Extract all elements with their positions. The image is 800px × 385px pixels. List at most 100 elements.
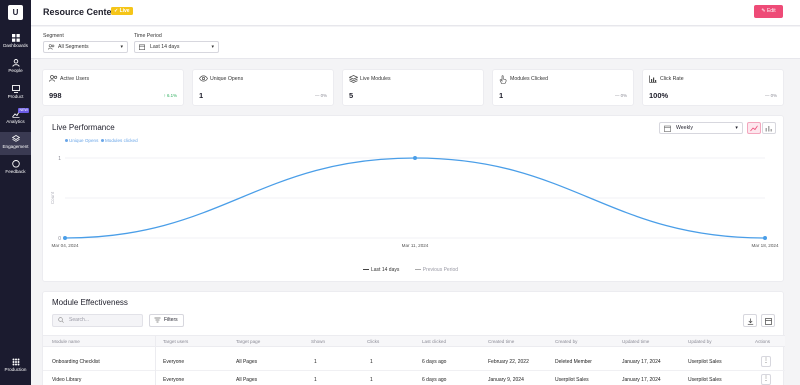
row-actions-button[interactable]: ⋮ <box>761 374 771 385</box>
people-icon <box>11 59 20 67</box>
metric-card-click-rate: Click Rate 100% — 0% <box>642 69 784 106</box>
performance-chart: 0 1 Count Mar 04, 2024 Mar 11, 2024 Mar 18, 2… <box>50 156 779 248</box>
legend-dot <box>65 139 68 143</box>
column-header[interactable]: Clicks <box>367 339 379 344</box>
target-page: All Pages <box>236 377 258 383</box>
sidebar-item-label: People <box>8 68 23 73</box>
column-header[interactable]: Updated time <box>622 339 649 344</box>
updated-time: January 17, 2024 <box>622 377 661 383</box>
search-placeholder: Search... <box>69 317 90 323</box>
filters-button[interactable]: Filters <box>149 314 184 327</box>
product-icon <box>11 85 20 93</box>
legend-previous-wrap: Previous Period <box>414 267 459 273</box>
download-icon <box>747 318 753 325</box>
calendar-icon <box>664 125 671 132</box>
bar-chart-icon <box>649 75 657 83</box>
x-tick-label: Mar 11, 2024 <box>402 243 429 248</box>
updated-by: Userpilot Sales <box>688 377 722 383</box>
column-divider <box>155 335 156 385</box>
hand-icon <box>499 75 507 84</box>
last-clicked: 6 days ago <box>422 377 447 383</box>
period-value: Last 14 days <box>150 44 180 50</box>
download-button[interactable] <box>743 314 757 327</box>
data-point <box>413 156 417 160</box>
metric-value: 5 <box>349 91 354 100</box>
legend-solid-line <box>363 268 369 271</box>
live-performance-panel: Live Performance Weekly ▾ Unique Opens M… <box>42 115 784 282</box>
target-page: All Pages <box>236 359 258 365</box>
metric-value: 998 <box>49 91 62 100</box>
segment-select[interactable]: All Segments ▾ <box>43 41 128 53</box>
clicks-count: 1 <box>370 359 373 365</box>
grid-icon <box>11 34 20 42</box>
users-icon <box>49 75 58 82</box>
sidebar-item-label: Analytics <box>6 119 25 124</box>
columns-button[interactable] <box>761 314 775 327</box>
y-axis-label: Count <box>50 191 55 204</box>
line-chart-icon <box>750 125 758 132</box>
sidebar-item-people[interactable]: People <box>0 56 31 79</box>
sidebar-item-production[interactable]: Production <box>0 355 31 378</box>
column-header[interactable]: Last clicked <box>422 339 446 344</box>
created-time: February 22, 2022 <box>488 359 529 365</box>
column-header[interactable]: Target page <box>236 339 260 344</box>
search-icon <box>58 317 64 323</box>
column-header: Actions <box>755 339 771 344</box>
column-header[interactable]: Updated by <box>688 339 712 344</box>
column-header[interactable]: Shown <box>311 339 325 344</box>
module-title: Module Effectiveness <box>52 298 128 307</box>
sidebar-item-engagement[interactable]: Engagement <box>0 132 31 155</box>
metric-card-unique-opens: Unique Opens 1 — 0% <box>192 69 334 106</box>
module-effectiveness-panel: Module Effectiveness Search... Filters M… <box>42 291 785 385</box>
sidebar-item-analytics[interactable]: Analytics NEW <box>0 107 31 130</box>
metric-label: Active Users <box>60 76 90 82</box>
sidebar-item-dashboards[interactable]: Dashboards <box>0 31 31 54</box>
updated-time: January 17, 2024 <box>622 359 661 365</box>
status-badge: ✓ Live <box>111 7 133 15</box>
line-chart-toggle[interactable] <box>747 122 761 134</box>
metric-card-active-users: Active Users 998 ↑ 6.1% <box>42 69 184 106</box>
updated-by: Userpilot Sales <box>688 359 722 365</box>
chat-icon <box>11 160 20 168</box>
page-title: Resource Center <box>43 7 116 17</box>
performance-title: Live Performance <box>52 123 115 132</box>
eye-icon <box>199 75 208 82</box>
module-name[interactable]: Onboarding Checklist <box>52 359 100 365</box>
created-by: Userpilot Sales <box>555 377 589 383</box>
layers-icon <box>11 135 20 142</box>
sidebar-item-label: Feedback <box>5 169 26 174</box>
app-logo[interactable]: U <box>8 5 23 20</box>
granularity-select[interactable]: Weekly ▾ <box>659 122 743 134</box>
sidebar-item-label: Engagement <box>2 144 29 149</box>
sidebar-item-label: Dashboards <box>3 43 28 48</box>
metric-card-live-modules: Live Modules 5 <box>342 69 484 106</box>
column-header[interactable]: Created time <box>488 339 514 344</box>
users-icon <box>48 44 55 50</box>
edit-button[interactable]: ✎ Edit <box>754 5 783 18</box>
sidebar-item-feedback[interactable]: Feedback <box>0 157 31 180</box>
metric-label: Live Modules <box>360 76 391 82</box>
search-input[interactable]: Search... <box>52 314 143 327</box>
y-tick-label: 1 <box>58 156 61 162</box>
page-header: Resource Center ✓ Live ✎ Edit <box>31 0 800 26</box>
column-header[interactable]: Created by <box>555 339 577 344</box>
module-name[interactable]: Video Library <box>52 377 81 383</box>
bar-chart-toggle[interactable] <box>762 122 776 134</box>
period-label: Time Period <box>134 33 162 39</box>
row-actions-button[interactable]: ⋮ <box>761 356 771 367</box>
column-header[interactable]: Module name <box>52 339 80 344</box>
period-select[interactable]: Last 14 days ▾ <box>134 41 219 53</box>
metric-value: 1 <box>199 91 204 100</box>
sidebar: U Dashboards People Product Analytics NE… <box>0 0 31 385</box>
bottom-legend: Last 14 days Previous Period <box>363 267 458 273</box>
x-tick-label: Mar 18, 2024 <box>751 243 779 248</box>
clicks-count: 1 <box>370 377 373 383</box>
legend-previous: Previous Period <box>422 267 459 273</box>
legend-modules-clicked: Modules clicked <box>104 138 138 143</box>
column-header[interactable]: Target users <box>163 339 188 344</box>
shown-count: 1 <box>314 377 317 383</box>
granularity-value: Weekly <box>676 125 693 131</box>
target-users: Everyone <box>163 377 185 383</box>
segment-label: Segment <box>43 33 64 39</box>
sidebar-item-product[interactable]: Product <box>0 82 31 105</box>
